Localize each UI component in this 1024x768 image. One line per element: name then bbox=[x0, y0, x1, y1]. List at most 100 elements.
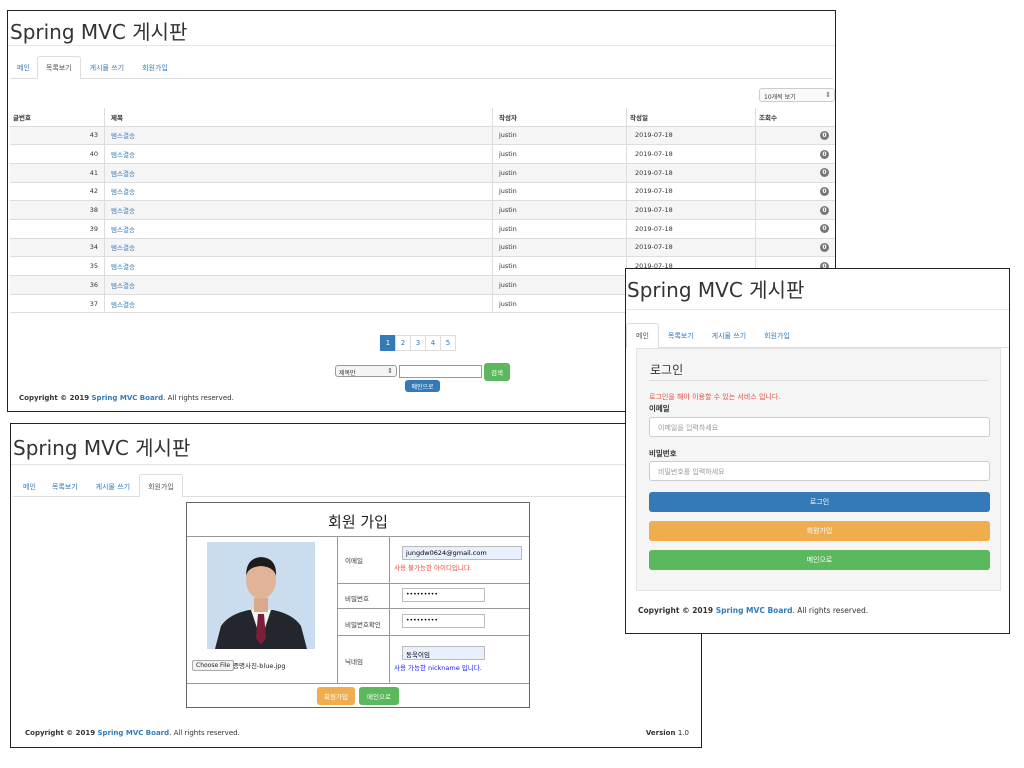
post-title-link[interactable]: 템스결승 bbox=[111, 282, 135, 290]
selected-file-name: 증명사진-blue.jpg bbox=[233, 662, 286, 670]
post-number: 40 bbox=[10, 144, 105, 164]
page-button-1[interactable]: 1 bbox=[380, 335, 396, 351]
table-row[interactable]: 39 템스결승 justin 2019-07-18 0 bbox=[10, 219, 835, 239]
post-writer: justin bbox=[492, 163, 627, 183]
profile-photo bbox=[207, 542, 315, 649]
tab-join[interactable]: 회원가입 bbox=[755, 323, 799, 347]
tab-list[interactable]: 목록보기 bbox=[43, 474, 87, 496]
post-title-link[interactable]: 템스결승 bbox=[111, 170, 135, 178]
post-date: 2019-07-18 bbox=[626, 238, 756, 257]
search-button[interactable]: 검색 bbox=[484, 363, 510, 381]
search-input[interactable] bbox=[399, 365, 482, 378]
login-button[interactable]: 로그인 bbox=[649, 492, 990, 512]
table-row[interactable]: 41 템스결승 justin 2019-07-18 0 bbox=[10, 163, 835, 183]
copyright-prefix: Copyright © 2019 bbox=[25, 729, 96, 737]
post-number: 35 bbox=[10, 256, 105, 276]
post-title-link[interactable]: 템스결승 bbox=[111, 244, 135, 252]
table-row[interactable]: 43 템스결승 justin 2019-07-18 0 bbox=[10, 126, 835, 145]
copyright-prefix: Copyright © 2019 bbox=[19, 394, 90, 402]
table-row[interactable]: 38 템스결승 justin 2019-07-18 0 bbox=[10, 200, 835, 220]
search-type-select[interactable]: 제목만 ⇕ bbox=[335, 365, 397, 377]
tab-main[interactable]: 메인 bbox=[10, 56, 37, 78]
choose-file-button[interactable]: Choose File bbox=[192, 660, 235, 671]
page-button-2[interactable]: 2 bbox=[395, 335, 411, 351]
password-confirm-field[interactable]: ••••••••• bbox=[402, 614, 485, 628]
page-button-4[interactable]: 4 bbox=[425, 335, 441, 351]
nickname-label: 닉네임 bbox=[345, 658, 363, 666]
nav-tabs: 메인 목록보기 게시물 쓰기 회원가입 bbox=[626, 323, 1009, 348]
post-title-link[interactable]: 템스결승 bbox=[111, 207, 135, 215]
password-input[interactable]: 비밀번호를 입력하세요 bbox=[649, 461, 990, 481]
post-writer: justin bbox=[492, 144, 627, 164]
tab-main[interactable]: 메인 bbox=[626, 323, 659, 348]
select-arrows-icon: ⇕ bbox=[387, 367, 393, 375]
email-input[interactable]: 이메일을 입력하세요 bbox=[649, 417, 990, 437]
copyright-brand: Spring MVC Board bbox=[91, 394, 164, 402]
post-number: 34 bbox=[10, 238, 105, 257]
login-heading: 로그인 bbox=[650, 363, 684, 377]
password-placeholder: 비밀번호를 입력하세요 bbox=[658, 468, 725, 476]
email-field[interactable]: jungdw0624@gmail.com bbox=[402, 546, 522, 560]
nickname-field[interactable]: 동욱이임 bbox=[402, 646, 485, 660]
email-placeholder: 이메일을 입력하세요 bbox=[658, 424, 719, 432]
tab-main[interactable]: 메인 bbox=[13, 474, 43, 496]
nav-tabs: 메인 목록보기 게시물 쓰기 회원가입 bbox=[10, 56, 833, 79]
tab-join[interactable]: 회원가입 bbox=[139, 474, 183, 497]
footer-version: Version 1.0 bbox=[646, 729, 689, 737]
page-title: Spring MVC 게시판 bbox=[13, 436, 191, 460]
tab-write[interactable]: 게시물 쓰기 bbox=[81, 56, 133, 78]
footer-copyright: Copyright © 2019 Spring MVC Board. All r… bbox=[25, 729, 240, 737]
join-submit-button[interactable]: 회원가입 bbox=[317, 687, 355, 705]
post-date: 2019-07-18 bbox=[626, 182, 756, 201]
post-writer: justin bbox=[492, 275, 627, 295]
footer-copyright: Copyright © 2019 Spring MVC Board. All r… bbox=[638, 606, 868, 615]
table-row[interactable]: 42 템스결승 justin 2019-07-18 0 bbox=[10, 182, 835, 201]
tab-list[interactable]: 목록보기 bbox=[36, 56, 81, 79]
tab-write[interactable]: 게시물 쓰기 bbox=[87, 474, 139, 496]
copyright-suffix: . All rights reserved. bbox=[163, 394, 234, 402]
post-number: 43 bbox=[10, 126, 105, 145]
password-field[interactable]: ••••••••• bbox=[402, 588, 485, 602]
post-number: 41 bbox=[10, 163, 105, 183]
view-count-badge: 0 bbox=[820, 224, 829, 234]
table-row[interactable]: 40 템스결승 justin 2019-07-18 0 bbox=[10, 144, 835, 164]
post-title-link[interactable]: 템스결승 bbox=[111, 132, 135, 140]
post-date: 2019-07-18 bbox=[626, 163, 756, 183]
email-error-message: 사용 불가능한 아이디입니다. bbox=[394, 564, 472, 572]
post-date: 2019-07-18 bbox=[626, 144, 756, 164]
table-row[interactable]: 34 템스결승 justin 2019-07-18 0 bbox=[10, 238, 835, 257]
join-button[interactable]: 회원가입 bbox=[649, 521, 990, 541]
version-value: 1.0 bbox=[677, 729, 689, 737]
post-title-link[interactable]: 템스결승 bbox=[111, 188, 135, 196]
post-title-link[interactable]: 템스결승 bbox=[111, 226, 135, 234]
home-button[interactable]: 메인으로 bbox=[405, 380, 440, 392]
password-label: 비밀번호 bbox=[649, 449, 677, 458]
post-title-link[interactable]: 템스결승 bbox=[111, 301, 135, 309]
post-title-link[interactable]: 템스결승 bbox=[111, 263, 135, 271]
view-count-badge: 0 bbox=[820, 130, 829, 140]
post-writer: justin bbox=[492, 294, 627, 313]
column-header: 작성일 bbox=[626, 108, 756, 126]
view-count-badge: 0 bbox=[820, 149, 829, 159]
tab-join[interactable]: 회원가입 bbox=[133, 56, 177, 78]
page-button-5[interactable]: 5 bbox=[440, 335, 456, 351]
page-button-3[interactable]: 3 bbox=[410, 335, 426, 351]
view-count-badge: 0 bbox=[820, 205, 829, 215]
tab-write[interactable]: 게시물 쓰기 bbox=[703, 323, 755, 347]
password-confirm-label: 비밀번호확인 bbox=[345, 621, 381, 629]
post-writer: justin bbox=[492, 126, 627, 145]
post-date: 2019-07-18 bbox=[626, 200, 756, 220]
password-label: 비밀번호 bbox=[345, 595, 369, 603]
column-header: 글번호 bbox=[10, 108, 105, 126]
view-count-badge: 0 bbox=[820, 186, 829, 196]
post-writer: justin bbox=[492, 219, 627, 239]
join-form: 회원 가입 Choose File 증명사진-blue.jpg 이메일 jung… bbox=[186, 502, 530, 708]
home-button[interactable]: 메인으로 bbox=[649, 550, 990, 570]
login-panel: 로그인 로그인을 해야 이용할 수 있는 서비스 입니다. 이메일 이메일을 입… bbox=[636, 348, 1001, 591]
home-button[interactable]: 메인으로 bbox=[359, 687, 399, 705]
post-title-link[interactable]: 템스결승 bbox=[111, 151, 135, 159]
pagination: 1 2 3 4 5 bbox=[380, 335, 456, 351]
tab-list[interactable]: 목록보기 bbox=[659, 323, 703, 347]
page-size-select[interactable]: 10개씩 보기 ⇕ bbox=[759, 88, 835, 102]
post-writer: justin bbox=[492, 200, 627, 220]
